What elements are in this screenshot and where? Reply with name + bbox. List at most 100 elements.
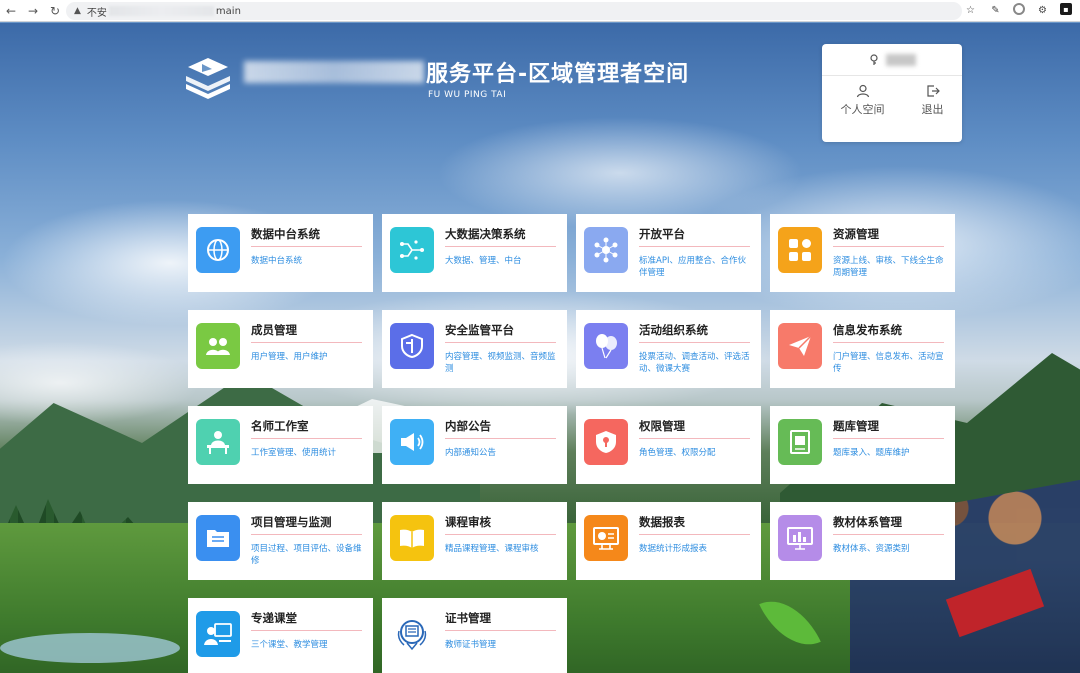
card-title: 权限管理 — [639, 418, 750, 439]
extension-circle-icon[interactable] — [1013, 3, 1025, 15]
balloons-icon — [584, 323, 628, 369]
card-title: 题库管理 — [833, 418, 944, 439]
system-card[interactable]: 信息发布系统 门户管理、信息发布、活动宣传 — [770, 310, 955, 388]
extension-pen-icon[interactable]: ✎ — [988, 3, 1003, 18]
card-description: 用户管理、用户维护 — [251, 352, 328, 362]
bookmark-star-icon[interactable]: ☆ — [963, 3, 978, 18]
card-title: 项目管理与监测 — [251, 514, 362, 535]
card-title: 课程审核 — [445, 514, 556, 535]
card-description: 数据中台系统 — [251, 256, 303, 266]
system-card[interactable]: 数据报表数据统计形成报表 — [576, 502, 761, 580]
users-icon — [196, 323, 240, 369]
extension-gear-icon[interactable]: ⚙ — [1035, 3, 1050, 18]
card-title: 专递课堂 — [251, 610, 362, 631]
card-title: 教材体系管理 — [833, 514, 944, 535]
classroom-icon — [196, 611, 240, 657]
paper-plane-icon — [778, 323, 822, 369]
system-card[interactable]: 专递课堂三个课堂、教学管理 — [188, 598, 373, 673]
system-card[interactable]: 证书管理教师证书管理 — [382, 598, 567, 673]
card-title: 大数据决策系统 — [445, 226, 556, 247]
card-title: 活动组织系统 — [639, 322, 750, 343]
browser-toolbar: ← → ↻ ▲ 不安 main ☆ ✎ ⚙ ▪ — [0, 0, 1080, 22]
apps-grid-icon — [778, 227, 822, 273]
logout-icon — [926, 85, 940, 97]
card-description: 大数据、管理、中台 — [445, 256, 522, 266]
certificate-icon — [390, 611, 434, 657]
card-description: 项目过程、项目评估、设备维修 — [251, 544, 362, 566]
user-panel: 个人空间 退出 — [822, 44, 962, 142]
card-title: 证书管理 — [445, 610, 556, 631]
circuit-icon — [390, 227, 434, 273]
open-book-icon — [390, 515, 434, 561]
card-description: 内容管理、视频监测、音频监测 — [445, 352, 556, 374]
address-bar[interactable]: ▲ 不安 main — [66, 2, 962, 20]
personal-space-button[interactable]: 个人空间 — [841, 84, 885, 117]
redacted-title — [244, 61, 424, 83]
personal-space-label: 个人空间 — [840, 103, 885, 116]
site-header: 服务平台-区域管理者空间 FU WU PING TAI — [182, 56, 689, 100]
card-title: 数据中台系统 — [251, 226, 362, 247]
user-info — [822, 44, 962, 76]
system-card[interactable]: 数据中台系统 数据中台系统 — [188, 214, 373, 292]
chart-screen-icon — [778, 515, 822, 561]
logout-button[interactable]: 退出 — [922, 84, 944, 117]
logout-label: 退出 — [921, 103, 944, 116]
card-description: 投票活动、调查活动、评选活动、微课大赛 — [639, 352, 750, 374]
platform-logo-icon — [182, 56, 234, 100]
warning-triangle-icon: ▲ — [74, 6, 81, 16]
card-description: 教师证书管理 — [445, 640, 497, 650]
card-title: 资源管理 — [833, 226, 944, 247]
card-title: 数据报表 — [639, 514, 750, 535]
page-subtitle: FU WU PING TAI — [428, 90, 507, 100]
card-title: 成员管理 — [251, 322, 362, 343]
user-key-icon — [870, 53, 878, 65]
system-card[interactable]: 资源管理资源上线、审核、下线全生命周期管理 — [770, 214, 955, 292]
card-description: 三个课堂、教学管理 — [251, 640, 328, 650]
system-card[interactable]: 权限管理角色管理、权限分配 — [576, 406, 761, 484]
card-title: 开放平台 — [639, 226, 750, 247]
user-icon — [856, 84, 869, 98]
card-description: 精品课程管理、课程审核 — [445, 544, 539, 554]
extension-dark-icon[interactable]: ▪ — [1060, 3, 1072, 15]
system-card[interactable]: 大数据决策系统大数据、管理、中台 — [382, 214, 567, 292]
card-description: 角色管理、权限分配 — [639, 448, 716, 458]
card-description: 题库录入、题库维护 — [833, 448, 910, 458]
globe-icon — [196, 227, 240, 273]
system-card[interactable]: 活动组织系统 投票活动、调查活动、评选活动、微课大赛 — [576, 310, 761, 388]
url-text: main — [215, 5, 241, 17]
folder-list-icon — [196, 515, 240, 561]
back-arrow-icon[interactable]: ← — [0, 0, 22, 22]
system-card[interactable]: 教材体系管理教材体系、资源类别 — [770, 502, 955, 580]
forward-arrow-icon[interactable]: → — [22, 0, 44, 22]
megaphone-icon — [390, 419, 434, 465]
system-card[interactable]: 题库管理题库录入、题库维护 — [770, 406, 955, 484]
network-icon — [584, 227, 628, 273]
card-description: 数据统计形成报表 — [639, 544, 708, 554]
card-description: 内部通知公告 — [445, 448, 497, 458]
system-card[interactable]: 安全监管平台 内容管理、视频监测、音频监测 — [382, 310, 567, 388]
card-title: 信息发布系统 — [833, 322, 944, 343]
system-card[interactable]: 项目管理与监测 项目过程、项目评估、设备维修 — [188, 502, 373, 580]
redacted-username — [886, 53, 916, 66]
question-book-icon — [778, 419, 822, 465]
system-card[interactable]: 内部公告内部通知公告 — [382, 406, 567, 484]
card-description: 标准API、应用整合、合作伙伴管理 — [639, 256, 746, 278]
card-description: 门户管理、信息发布、活动宣传 — [833, 352, 944, 374]
card-description: 资源上线、审核、下线全生命周期管理 — [833, 256, 944, 278]
page-title: 服务平台-区域管理者空间 — [426, 62, 690, 87]
card-description: 教材体系、资源类别 — [833, 544, 910, 554]
redacted-url — [108, 6, 214, 16]
card-title: 安全监管平台 — [445, 322, 556, 343]
system-card[interactable]: 课程审核精品课程管理、课程审核 — [382, 502, 567, 580]
report-screen-icon — [584, 515, 628, 561]
teacher-desk-icon — [196, 419, 240, 465]
system-card[interactable]: 名师工作室 工作室管理、使用统计 — [188, 406, 373, 484]
system-card[interactable]: 成员管理用户管理、用户维护 — [188, 310, 373, 388]
card-description: 工作室管理、使用统计 — [251, 448, 337, 458]
shield-icon — [390, 323, 434, 369]
system-card[interactable]: 开放平台标准API、应用整合、合作伙伴管理 — [576, 214, 761, 292]
security-label: 不安 — [86, 7, 107, 19]
lock-shield-icon — [584, 419, 628, 465]
card-title: 内部公告 — [445, 418, 556, 439]
reload-icon[interactable]: ↻ — [44, 0, 66, 22]
